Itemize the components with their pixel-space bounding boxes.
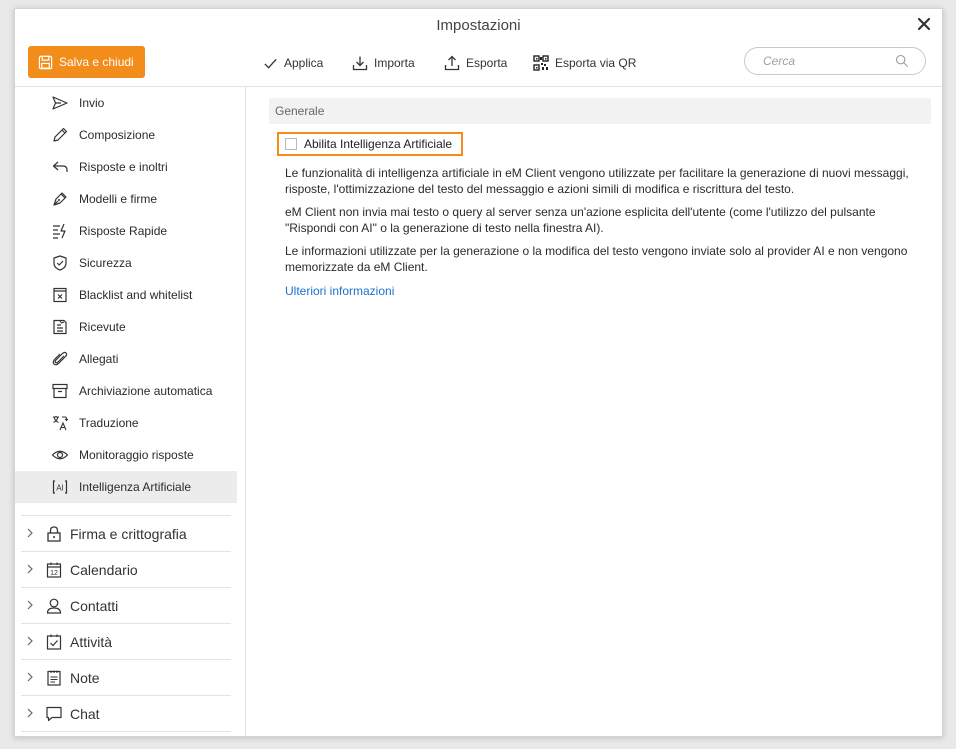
sidebar-group-cutoff <box>21 731 231 736</box>
sidebar-item-label: Blacklist and whitelist <box>79 288 193 302</box>
chevron-right-icon <box>27 528 33 538</box>
apply-label: Applica <box>284 56 324 70</box>
sidebar-item-archiviazione[interactable]: Archiviazione automatica <box>15 375 237 407</box>
sidebar-group-label: Firma e crittografia <box>70 526 187 542</box>
sidebar-item-composizione[interactable]: Composizione <box>15 119 237 151</box>
sidebar-item-monitoraggio[interactable]: Monitoraggio risposte <box>15 439 237 471</box>
pen-nib-icon <box>53 192 67 206</box>
chat-icon <box>46 706 62 722</box>
import-icon <box>352 56 368 71</box>
sidebar-group-label: Attività <box>70 634 113 650</box>
more-info-link[interactable]: Ulteriori informazioni <box>285 284 394 298</box>
sidebar-item-invio[interactable]: Invio <box>15 87 237 119</box>
ai-privacy-paragraph: eM Client non invia mai testo o query al… <box>285 205 876 235</box>
quick-reply-icon <box>53 223 66 239</box>
chevron-right-icon <box>27 636 33 646</box>
save-icon <box>38 55 53 69</box>
sidebar-item-label: Modelli e firme <box>79 192 158 206</box>
eye-icon <box>51 450 69 460</box>
search-icon[interactable] <box>895 54 909 68</box>
reply-icon <box>52 161 68 172</box>
sidebar-item-label: Allegati <box>79 352 119 366</box>
settings-window: Impostazioni Salva e chiudi Applica Impo… <box>14 8 943 737</box>
window-title: Impostazioni <box>436 17 521 34</box>
archive-icon <box>52 383 68 399</box>
sidebar-item-label: Monitoraggio risposte <box>79 448 194 462</box>
qr-code-icon <box>533 55 549 71</box>
chevron-right-icon <box>27 672 33 682</box>
section-title: Generale <box>269 98 931 124</box>
ai-data-paragraph: Le informazioni utilizzate per la genera… <box>285 244 908 274</box>
chevron-right-icon <box>27 564 33 574</box>
sidebar-group-note[interactable]: Note <box>21 659 231 695</box>
sidebar-group-label: Note <box>70 670 100 686</box>
save-and-close-button[interactable]: Salva e chiudi <box>28 46 145 78</box>
export-qr-label: Esporta via QR <box>555 56 637 70</box>
sidebar-group-label: Chat <box>70 706 100 722</box>
sidebar-group-attivita[interactable]: Attività <box>21 623 231 659</box>
search-input[interactable] <box>763 54 903 68</box>
chevron-right-icon <box>27 708 33 718</box>
sidebar-item-label: Invio <box>79 96 105 110</box>
blacklist-icon <box>53 287 67 303</box>
sidebar-item-traduzione[interactable]: Traduzione <box>15 407 237 439</box>
sidebar-item-allegati[interactable]: Allegati <box>15 343 237 375</box>
settings-sidebar: Invio Composizione Risposte e inoltri Mo… <box>15 87 246 736</box>
export-icon <box>444 55 460 71</box>
sidebar-group-chat[interactable]: Chat <box>21 695 231 731</box>
sidebar-item-blacklist-whitelist[interactable]: Blacklist and whitelist <box>15 279 237 311</box>
sidebar-group-firma-crittografia[interactable]: Firma e crittografia <box>21 515 231 551</box>
lock-icon <box>47 526 61 542</box>
sidebar-item-label: Composizione <box>79 128 156 142</box>
task-icon <box>46 634 62 650</box>
paperclip-icon <box>52 351 68 366</box>
sidebar-group-contatti[interactable]: Contatti <box>21 587 231 623</box>
search-box[interactable] <box>744 47 926 75</box>
import-button[interactable]: Importa <box>352 53 415 73</box>
chevron-right-icon <box>27 600 33 610</box>
shield-icon <box>53 255 67 271</box>
calendar-icon: 12 <box>46 562 62 578</box>
sidebar-item-label: Risposte Rapide <box>79 224 168 238</box>
export-label: Esporta <box>466 56 508 70</box>
export-button[interactable]: Esporta <box>444 53 507 73</box>
enable-ai-checkbox-row[interactable]: Abilita Intelligenza Artificiale <box>277 132 463 156</box>
sidebar-item-sicurezza[interactable]: Sicurezza <box>15 247 237 279</box>
close-icon[interactable] <box>916 16 932 32</box>
checkmark-icon <box>264 58 277 69</box>
translate-icon <box>53 416 69 431</box>
save-and-close-label: Salva e chiudi <box>59 55 134 69</box>
sidebar-item-risposte-inoltri[interactable]: Risposte e inoltri <box>15 151 237 183</box>
ai-description-paragraph: Le funzionalità di intelligenza artifici… <box>285 166 909 196</box>
sidebar-item-modelli-firme[interactable]: Modelli e firme <box>15 183 237 215</box>
enable-ai-label: Abilita Intelligenza Artificiale <box>304 137 453 151</box>
export-qr-button[interactable]: Esporta via QR <box>533 53 636 73</box>
sidebar-item-label: Sicurezza <box>79 256 132 270</box>
settings-content: Generale Abilita Intelligenza Artificial… <box>246 87 942 736</box>
sidebar-group-label: Contatti <box>70 598 119 614</box>
ai-icon: AI <box>52 480 68 494</box>
pencil-icon <box>53 127 68 142</box>
person-icon <box>46 598 62 614</box>
sidebar-item-risposte-rapide[interactable]: Risposte Rapide <box>15 215 237 247</box>
sidebar-item-label: Archiviazione automatica <box>79 384 213 398</box>
sidebar-group-calendario[interactable]: 12 Calendario <box>21 551 231 587</box>
receipt-icon <box>53 319 67 335</box>
sidebar-item-label: Risposte e inoltri <box>79 160 168 174</box>
sidebar-item-ricevute[interactable]: Ricevute <box>15 311 237 343</box>
svg-text:12: 12 <box>50 570 58 577</box>
send-icon <box>52 96 68 110</box>
svg-text:AI: AI <box>56 484 64 493</box>
sidebar-item-label: Intelligenza Artificiale <box>79 480 192 494</box>
apply-button[interactable]: Applica <box>263 53 323 73</box>
toolbar: Salva e chiudi Applica Importa Esporta E… <box>15 45 942 87</box>
note-icon <box>47 670 61 686</box>
enable-ai-checkbox[interactable] <box>285 138 297 150</box>
import-label: Importa <box>374 56 415 70</box>
sidebar-item-label: Traduzione <box>79 416 139 430</box>
sidebar-group-label: Calendario <box>70 562 138 578</box>
title-bar: Impostazioni <box>15 9 942 45</box>
sidebar-item-label: Ricevute <box>79 320 126 334</box>
sidebar-item-intelligenza-artificiale[interactable]: AI Intelligenza Artificiale <box>15 471 237 503</box>
